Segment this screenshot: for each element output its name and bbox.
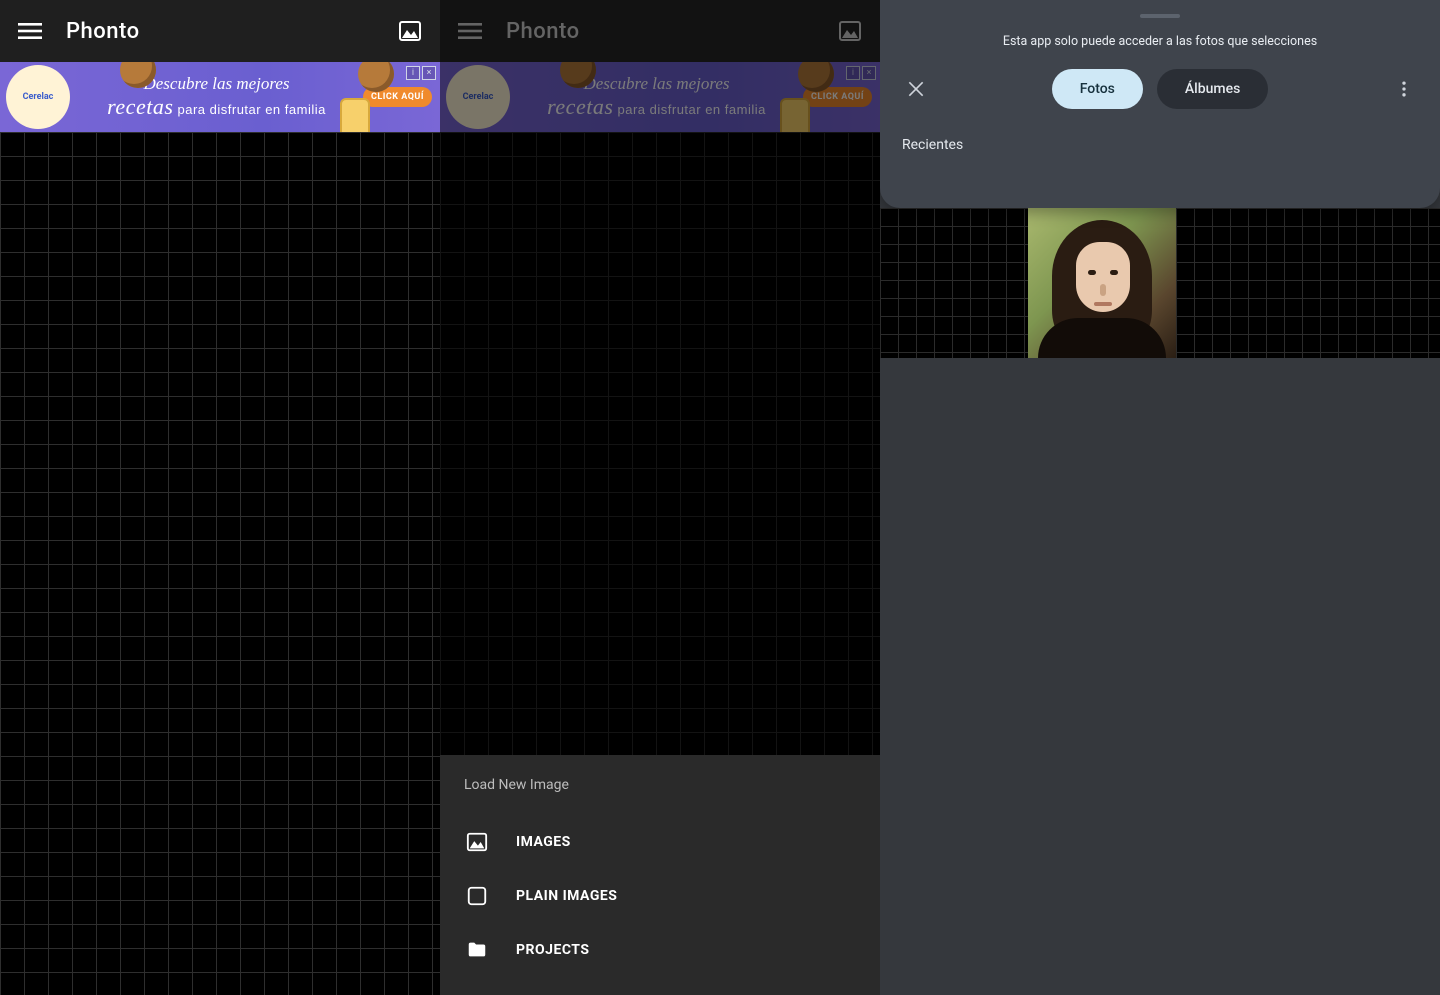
sheet-item-label: PLAIN IMAGES	[516, 888, 617, 904]
photo-thumbnail-grid[interactable]	[1176, 208, 1440, 358]
drag-handle[interactable]	[1140, 14, 1180, 18]
sheet-title: Load New Image	[464, 777, 856, 793]
photo-thumbnail-grid[interactable]	[880, 208, 1028, 358]
ad-close-button[interactable]: ×	[422, 66, 436, 80]
ad-brand-logo: Cerelac	[6, 65, 70, 129]
square-outline-icon	[466, 885, 488, 907]
ad-banner[interactable]: Cerelac Descubre las mejores recetas par…	[0, 62, 440, 132]
screen-phonto-load-menu: Phonto Cerelac Descubre las mejores rece…	[440, 0, 880, 995]
app-topbar: Phonto	[440, 0, 880, 62]
app-title: Phonto	[506, 19, 832, 44]
ad-close-button[interactable]: ×	[862, 66, 876, 80]
sheet-item-images[interactable]: IMAGES	[464, 815, 856, 869]
menu-button[interactable]	[12, 13, 48, 49]
hamburger-icon	[18, 19, 42, 43]
image-icon	[398, 19, 422, 43]
photo-thumbnail-portrait[interactable]	[1028, 208, 1176, 358]
close-button[interactable]	[902, 75, 930, 103]
sheet-item-plain-images[interactable]: PLAIN IMAGES	[464, 869, 856, 923]
sheet-item-label: PROJECTS	[516, 942, 590, 958]
picker-header: Esta app solo puede acceder a las fotos …	[880, 0, 1440, 208]
load-image-button[interactable]	[392, 13, 428, 49]
app-topbar: Phonto	[0, 0, 440, 62]
tab-photos[interactable]: Fotos	[1052, 69, 1143, 109]
load-image-button[interactable]	[832, 13, 868, 49]
tab-albums[interactable]: Álbumes	[1157, 69, 1268, 109]
screen-photo-picker: Esta app solo puede acceder a las fotos …	[880, 0, 1440, 995]
image-icon	[466, 831, 488, 853]
recents-heading: Recientes	[902, 137, 1418, 153]
ad-brand-logo: Cerelac	[446, 65, 510, 129]
ad-banner[interactable]: Cerelac Descubre las mejores recetas par…	[440, 62, 880, 132]
ad-text: Descubre las mejores recetas para disfru…	[70, 74, 363, 120]
ad-controls: i ×	[406, 66, 436, 80]
close-icon	[906, 79, 926, 99]
hamburger-icon	[458, 19, 482, 43]
app-title: Phonto	[66, 19, 392, 44]
more-vertical-icon	[1394, 79, 1414, 99]
sheet-item-projects[interactable]: PROJECTS	[464, 923, 856, 977]
photo-grid-row	[880, 208, 1440, 358]
more-options-button[interactable]	[1390, 75, 1418, 103]
ad-info-button[interactable]: i	[406, 66, 420, 80]
ad-controls: i ×	[846, 66, 876, 80]
load-image-sheet: Load New Image IMAGES PLAIN IMAGES PROJE…	[440, 755, 880, 995]
editor-canvas[interactable]	[0, 132, 440, 995]
access-message: Esta app solo puede acceder a las fotos …	[902, 34, 1418, 49]
ad-text: Descubre las mejores recetas para disfru…	[510, 74, 803, 120]
screen-phonto-home: Phonto Cerelac Descubre las mejores rece…	[0, 0, 440, 995]
ad-info-button[interactable]: i	[846, 66, 860, 80]
picker-empty-area	[880, 358, 1440, 995]
sheet-item-label: IMAGES	[516, 834, 571, 850]
folder-icon	[466, 939, 488, 961]
tab-group: Fotos Álbumes	[930, 69, 1390, 109]
image-icon	[838, 19, 862, 43]
ad-decor-glass	[780, 98, 810, 132]
menu-button[interactable]	[452, 13, 488, 49]
ad-decor-glass	[340, 98, 370, 132]
